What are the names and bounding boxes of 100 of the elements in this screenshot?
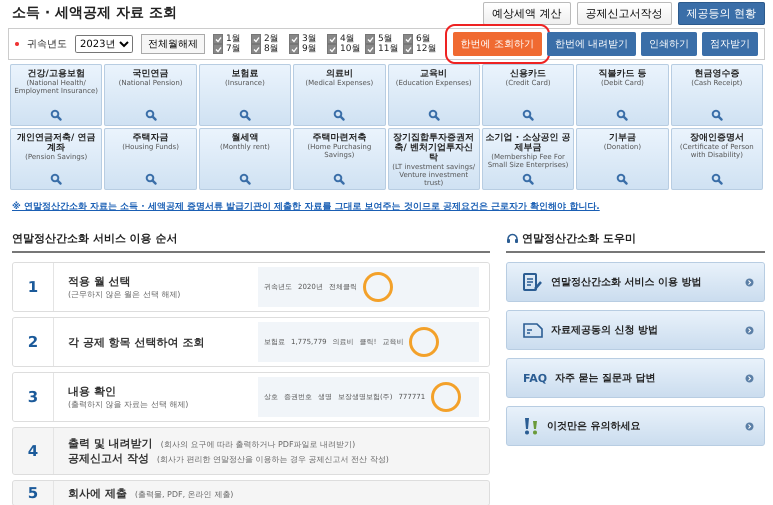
category-title: 주택마련저축 xyxy=(312,133,366,143)
search-icon xyxy=(144,109,157,121)
month-checkbox[interactable] xyxy=(327,44,337,54)
step-number: 1 xyxy=(13,263,54,311)
highlight-circle-icon xyxy=(431,382,462,412)
arrow-circle-icon xyxy=(745,374,754,382)
step-note: (회사의 요구에 따라 출력하거나 PDF파일로 내려받기) xyxy=(160,439,356,450)
arrow-circle-icon xyxy=(745,422,754,430)
faq-label: FAQ xyxy=(523,372,548,384)
step-number: 4 xyxy=(13,428,54,474)
section-title: 연말정산간소화 서비스 이용 순서 xyxy=(12,231,178,246)
step-number: 5 xyxy=(13,481,54,505)
action-button[interactable]: 한번에 내려받기 xyxy=(546,32,636,56)
step-note: (출력물, PDF, 온라인 제출) xyxy=(134,488,234,500)
month-label: 12월 xyxy=(416,44,436,54)
help-link-button[interactable]: 자료제공동의 신청 방법 xyxy=(506,310,765,350)
step-title: 내용 확인 xyxy=(68,384,117,399)
header-button[interactable]: 제공등의 현황 xyxy=(678,2,765,24)
header-button[interactable]: 공제신고서작성 xyxy=(576,2,672,24)
headset-icon xyxy=(506,233,519,244)
search-icon xyxy=(616,109,628,121)
category-title: 보험료 xyxy=(231,69,258,79)
category-title: 현금영수증 xyxy=(694,69,740,79)
category-title: 국민연금 xyxy=(132,69,169,79)
action-button[interactable]: 인쇄하기 xyxy=(641,32,697,56)
step-title: 출력 및 내려받기 xyxy=(68,436,153,451)
step-title: 각 공제 항목 선택하여 조회 xyxy=(68,334,206,350)
month-checkbox[interactable] xyxy=(403,44,413,54)
month-checkbox[interactable] xyxy=(251,44,261,54)
step-note: (근무하지 않은 월은 선택 해제) xyxy=(68,289,182,300)
month-checkbox[interactable] xyxy=(289,34,299,44)
header-button[interactable]: 예상세액 계산 xyxy=(483,2,570,24)
search-icon xyxy=(522,173,534,185)
arrow-circle-icon xyxy=(745,326,754,334)
month-label: 9월 xyxy=(302,44,317,54)
month-label: 2월 xyxy=(264,34,279,44)
step-title: 공제신고서 작성 xyxy=(68,451,149,466)
search-icon xyxy=(50,173,62,185)
month-checkbox[interactable] xyxy=(365,34,375,44)
category-title: 건강/고용보험 xyxy=(28,69,85,79)
search-icon xyxy=(428,109,440,121)
action-button[interactable]: 점자받기 xyxy=(702,32,758,56)
category-title: 교육비 xyxy=(420,69,448,79)
month-checkbox[interactable] xyxy=(213,44,223,54)
step-title: 회사에 제출 xyxy=(68,486,127,500)
section-title: 연말정산간소화 도우미 xyxy=(522,231,636,246)
month-checkbox[interactable] xyxy=(365,44,375,54)
month-label: 8월 xyxy=(264,44,279,54)
help-link-button[interactable]: FAQ 자주 묻는 질문과 답변 xyxy=(506,358,765,398)
year-label: 귀속년도 xyxy=(27,38,67,51)
category-title: 신용카드 xyxy=(510,69,546,79)
document-pen-icon xyxy=(523,273,543,291)
category-title: 소기업 · 소상공인 공제부금 xyxy=(484,133,572,153)
category-title: 월세액 xyxy=(231,133,258,143)
notice-link[interactable]: ※ 연말정산간소화 자료는 소득 · 세액공제 증명서류 발급기관이 제출한 자료를 그대로 보여주는 것이므로 공제요건은 근로자가 확인해야 합니다. xyxy=(12,200,761,213)
month-label: 11월 xyxy=(378,44,398,54)
month-checkbox[interactable] xyxy=(213,34,223,44)
month-label: 4월 xyxy=(340,34,355,44)
step-number: 2 xyxy=(13,318,54,366)
month-label: 3월 xyxy=(302,34,317,44)
search-icon xyxy=(710,109,723,121)
category-title: 장애인증명서 xyxy=(690,133,744,143)
category-title: 장기집합투자증권저축/ 벤처기업투자신탁 xyxy=(392,133,476,163)
month-label: 7월 xyxy=(226,44,241,54)
search-icon xyxy=(333,109,346,121)
search-icon xyxy=(50,109,62,121)
month-checkbox[interactable] xyxy=(327,34,337,44)
arrow-circle-icon xyxy=(745,278,754,286)
clear-months-button[interactable]: 전체월해제 xyxy=(141,34,205,54)
step-note: (회사가 편리한 연말정산을 이용하는 경우 공제신고서 전산 작성) xyxy=(156,454,389,465)
required-mark-icon xyxy=(15,42,19,46)
document-icon xyxy=(523,322,543,338)
step-title: 적용 월 선택 xyxy=(68,274,132,289)
category-title: 개인연금저축/ 연금계좌 xyxy=(16,133,96,153)
month-label: 6월 xyxy=(416,34,431,44)
month-label: 5월 xyxy=(378,34,393,44)
month-label: 1월 xyxy=(226,34,241,44)
category-title: 직불카드 등 xyxy=(598,69,646,79)
help-link-button[interactable]: 연말정산간소화 서비스 이용 방법 xyxy=(506,262,765,302)
step-note: (출력하지 않을 자료는 선택 해제) xyxy=(68,399,190,410)
category-title: 기부금 xyxy=(608,133,636,143)
month-checkbox[interactable] xyxy=(403,34,413,44)
year-select[interactable]: 2023년 xyxy=(75,35,133,53)
month-checkbox[interactable] xyxy=(251,34,261,44)
step-number: 3 xyxy=(13,373,54,421)
category-title: 의료비 xyxy=(326,69,353,79)
highlight-circle-icon xyxy=(409,327,440,357)
page-title: 소득 · 세액공제 자료 조회 xyxy=(12,4,177,22)
help-link-button[interactable]: 이것만은 유의하세요 xyxy=(506,406,765,446)
search-icon xyxy=(238,173,251,185)
category-title: 주택자금 xyxy=(132,133,169,143)
search-icon xyxy=(238,109,251,121)
month-label: 10월 xyxy=(340,44,360,54)
search-icon xyxy=(144,173,157,185)
search-icon xyxy=(710,173,723,185)
search-icon xyxy=(616,173,628,185)
search-icon xyxy=(333,173,346,185)
month-checkbox[interactable] xyxy=(289,44,299,54)
exclamation-icon xyxy=(523,417,539,435)
search-icon xyxy=(522,109,534,121)
